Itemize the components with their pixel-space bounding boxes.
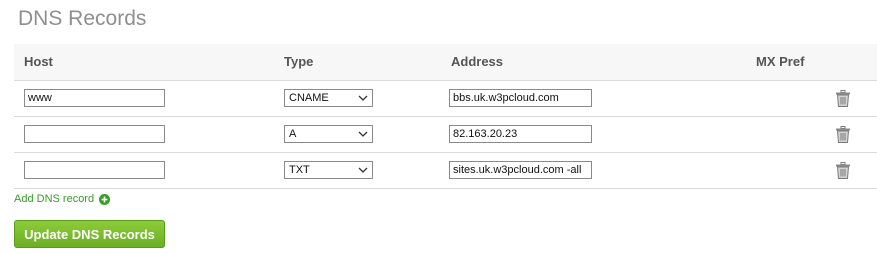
host-input[interactable] (24, 89, 165, 107)
chevron-down-icon (358, 131, 368, 137)
trash-icon[interactable] (835, 90, 851, 107)
header-host: Host (24, 54, 53, 69)
address-input[interactable] (449, 89, 592, 107)
trash-icon[interactable] (835, 126, 851, 143)
table-row: TXT (14, 153, 877, 189)
address-input[interactable] (449, 125, 592, 143)
type-select[interactable]: A (284, 125, 373, 143)
table-row: CNAME (14, 81, 877, 117)
host-input[interactable] (24, 161, 165, 179)
header-type: Type (284, 54, 314, 69)
chevron-down-icon (358, 167, 368, 173)
plus-circle-icon (99, 193, 111, 205)
address-input[interactable] (449, 161, 592, 179)
trash-icon[interactable] (835, 162, 851, 179)
page-title: DNS Records (18, 7, 147, 30)
add-dns-record-link[interactable]: Add DNS record (14, 193, 111, 205)
type-select-value: TXT (289, 164, 310, 176)
chevron-down-icon (358, 95, 368, 101)
add-dns-record-label: Add DNS record (14, 193, 95, 205)
table-header-row: Host Type Address MX Pref (14, 44, 877, 81)
header-address: Address (451, 54, 504, 69)
header-mx-pref: MX Pref (756, 54, 805, 69)
type-select-value: CNAME (289, 92, 329, 104)
table-row: A (14, 117, 877, 153)
type-select-value: A (289, 128, 297, 140)
update-dns-records-button[interactable]: Update DNS Records (14, 220, 165, 248)
host-input[interactable] (24, 125, 165, 143)
dns-records-table: Host Type Address MX Pref CNAME A (14, 44, 877, 189)
type-select[interactable]: CNAME (284, 89, 373, 107)
type-select[interactable]: TXT (284, 161, 373, 179)
